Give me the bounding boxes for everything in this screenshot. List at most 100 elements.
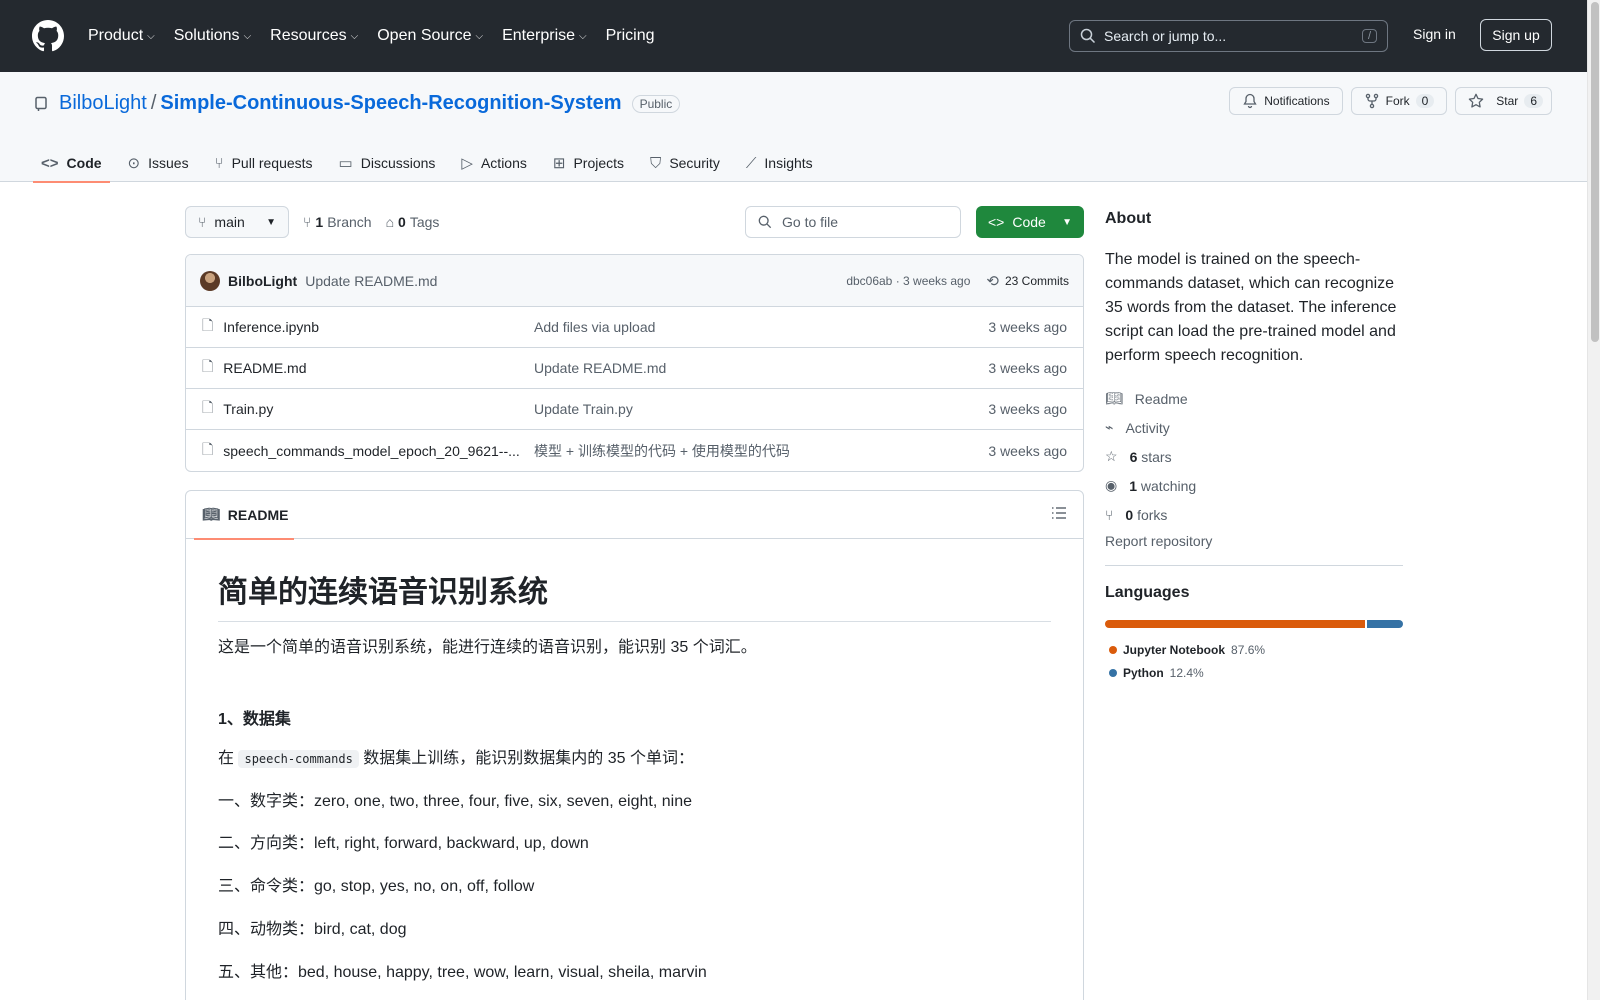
language-bar-segment: [1105, 620, 1366, 628]
go-to-file-input[interactable]: Go to file: [745, 206, 961, 238]
github-logo-icon[interactable]: [32, 20, 64, 52]
table-row[interactable]: 🗋 Train.py Update Train.py 3 weeks ago: [186, 389, 1083, 430]
stars-link[interactable]: ☆ 6 stars: [1105, 442, 1403, 471]
nav-pricing[interactable]: Pricing: [606, 27, 664, 45]
code-icon: <>: [41, 154, 59, 172]
star-button[interactable]: Star 6: [1455, 87, 1552, 115]
branch-select[interactable]: ⑂ main ▼: [185, 206, 289, 238]
report-repository-link[interactable]: Report repository: [1105, 533, 1403, 566]
language-name: Jupyter Notebook: [1123, 642, 1226, 657]
search-placeholder: Search or jump to...: [1104, 28, 1227, 44]
nav-resources[interactable]: Resources ⌵: [270, 27, 367, 45]
tab-security[interactable]: ⛉ Security: [642, 144, 728, 182]
fork-button[interactable]: Fork 0: [1350, 87, 1448, 115]
repo-owner-link[interactable]: BilboLight: [59, 92, 147, 115]
notifications-button[interactable]: Notifications: [1229, 87, 1343, 115]
code-dropdown-button[interactable]: <> Code ▼: [976, 206, 1084, 238]
commit-message[interactable]: Update README.md: [305, 273, 437, 289]
visibility-badge: Public: [631, 94, 681, 113]
language-item[interactable]: Jupyter Notebook 87.6%: [1105, 638, 1403, 661]
tab-label: Pull requests: [231, 155, 313, 171]
fork-count: 0: [1415, 94, 1435, 108]
global-header: Product ⌵ Solutions ⌵ Resources ⌵ Open Sour…: [0, 0, 1587, 72]
sign-up-button[interactable]: Sign up: [1480, 19, 1552, 51]
latest-commit: BilboLight Update README.md dbc06ab · 3 …: [186, 255, 1083, 307]
tab-projects[interactable]: ⊞ Projects: [545, 144, 632, 182]
branch-icon: ⑂: [198, 214, 207, 230]
table-icon: ⊞: [552, 155, 566, 172]
file-commit-message[interactable]: 模型 + 训练模型的代码 + 使用模型的代码: [534, 441, 988, 461]
tab-discussions[interactable]: ▭ Discussions: [331, 144, 444, 182]
sign-in-link[interactable]: Sign in: [1413, 26, 1456, 42]
play-icon: ▷: [461, 155, 473, 172]
eye-icon: ◉: [1105, 477, 1118, 493]
repo-separator: /: [150, 92, 157, 114]
table-row[interactable]: 🗋 Inference.ipynb Add files via upload 3 …: [186, 307, 1083, 348]
file-name[interactable]: Train.py: [223, 401, 273, 417]
forks-count: 0: [1125, 506, 1134, 523]
chevron-down-icon: ⌵: [147, 30, 155, 42]
file-commit-message[interactable]: Update README.md: [534, 360, 988, 376]
language-bar-segment: [1367, 620, 1403, 628]
link-label: Readme: [1134, 390, 1188, 407]
repo-name-link[interactable]: Simple-Continuous-Speech-Recognition-Sys…: [160, 92, 621, 115]
tab-issues[interactable]: ⊙ Issues: [120, 144, 197, 182]
tab-label: Discussions: [360, 155, 436, 171]
readme-dataset-line: 在 speech-commands 数据集上训练，能识别数据集内的 35 个单词…: [218, 749, 1051, 770]
file-name[interactable]: Inference.ipynb: [223, 319, 319, 335]
tab-label: Code: [66, 155, 102, 171]
tab-code[interactable]: <> Code: [33, 144, 110, 183]
language-item[interactable]: Python 12.4%: [1105, 661, 1403, 684]
global-nav: Product ⌵ Solutions ⌵ Resources ⌵ Open Sour…: [88, 27, 674, 45]
nav-label: Product: [88, 27, 144, 44]
link-label: forks: [1137, 506, 1168, 523]
branches-link[interactable]: ⑂ 1 Branch: [303, 214, 372, 230]
tab-pull-requests[interactable]: ⑂ Pull requests: [207, 144, 321, 182]
list-unordered-icon[interactable]: [1051, 505, 1067, 524]
readme-intro: 这是一个简单的语音识别系统，能进行连续的语音识别，能识别 35 个词汇。: [218, 639, 757, 656]
code-button-label: Code: [1012, 214, 1046, 230]
forks-link[interactable]: ⑂ 0 forks: [1105, 500, 1403, 529]
watchers-link[interactable]: ◉ 1 watching: [1105, 471, 1403, 500]
file-time: 3 weeks ago: [988, 360, 1067, 376]
file-name[interactable]: speech_commands_model_epoch_20_9621--...: [223, 443, 520, 459]
shield-icon: ⛉: [650, 154, 662, 172]
avatar[interactable]: [200, 270, 220, 291]
nav-solutions[interactable]: Solutions ⌵: [174, 27, 260, 45]
table-row[interactable]: 🗋 README.md Update README.md 3 weeks ago: [186, 348, 1083, 389]
star-icon: [1469, 93, 1484, 108]
readme-link[interactable]: 📖︎ Readme: [1105, 384, 1403, 413]
text-fragment: 数据集上训练，能识别数据集内的 35 个单词：: [363, 749, 694, 767]
caret-down-icon: ▼: [1062, 216, 1072, 228]
nav-label: Enterprise: [502, 27, 576, 44]
nav-open-source[interactable]: Open Source ⌵: [377, 27, 492, 45]
nav-enterprise[interactable]: Enterprise ⌵: [502, 27, 596, 45]
activity-link[interactable]: ⌁ Activity: [1105, 413, 1403, 442]
book-icon: 📖︎: [1105, 390, 1123, 406]
discussion-icon: ▭: [338, 155, 353, 172]
commit-author[interactable]: BilboLight: [228, 273, 297, 289]
readme-tab[interactable]: 📖︎ README: [194, 491, 294, 540]
table-row[interactable]: 🗋 speech_commands_model_epoch_20_9621--..…: [186, 430, 1083, 471]
tags-link[interactable]: ⌂ 0 Tags: [386, 214, 440, 230]
tab-label: Projects: [573, 155, 625, 171]
nav-product[interactable]: Product ⌵: [88, 27, 164, 45]
tab-actions[interactable]: ▷ Actions: [453, 144, 534, 182]
file-commit-message[interactable]: Add files via upload: [534, 319, 988, 335]
scrollbar-thumb[interactable]: [1591, 2, 1599, 342]
page-scrollbar[interactable]: [1587, 0, 1600, 1000]
text-fragment: 在: [218, 749, 235, 767]
commits-link[interactable]: ⟲ 23 Commits: [986, 272, 1069, 290]
search-input[interactable]: Search or jump to... /: [1069, 20, 1388, 52]
file-time: 3 weeks ago: [988, 401, 1067, 417]
branch-icon: ⑂: [303, 214, 312, 230]
star-count: 6: [1524, 94, 1543, 108]
tab-insights[interactable]: ⟋ Insights: [738, 144, 821, 182]
stars-count: 6: [1129, 448, 1138, 465]
file-name[interactable]: README.md: [223, 360, 306, 376]
about-description: The model is trained on the speech-comma…: [1105, 251, 1397, 364]
commit-meta[interactable]: dbc06ab · 3 weeks ago: [846, 274, 970, 288]
file-commit-message[interactable]: Update Train.py: [534, 401, 988, 417]
about-heading: About: [1105, 210, 1152, 227]
language-dot: [1109, 668, 1117, 677]
